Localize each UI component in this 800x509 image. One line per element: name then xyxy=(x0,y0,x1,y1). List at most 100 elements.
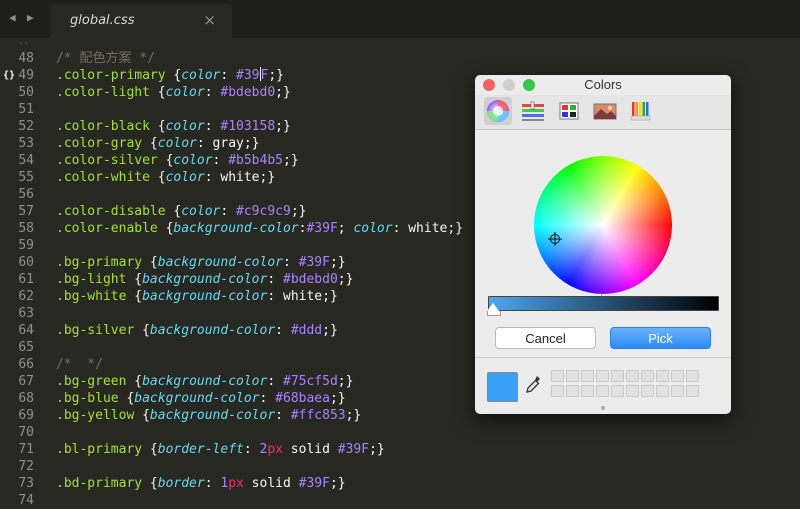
swatch-cell[interactable] xyxy=(551,370,564,382)
code-token: { xyxy=(149,476,158,491)
line-number: 62 xyxy=(18,289,34,304)
swatch-cell[interactable] xyxy=(671,385,684,397)
code-line[interactable]: 71 .bl-primary {border-left: 2px solid #3… xyxy=(0,441,800,458)
tab-title: global.css xyxy=(70,13,135,28)
tab-global-css[interactable]: global.css × xyxy=(50,4,232,38)
code-text: .color-gray {color: gray;} xyxy=(56,135,260,152)
code-token: solid xyxy=(243,476,299,491)
code-token: background-color xyxy=(142,272,268,287)
line-number: 63 xyxy=(18,306,34,321)
minimize-window-button[interactable] xyxy=(503,79,515,91)
code-line[interactable]: 48 /* 配色方案 */ xyxy=(0,50,800,67)
code-token: { xyxy=(149,255,158,270)
code-token: .color-black xyxy=(56,119,158,134)
code-token: : xyxy=(220,68,237,83)
line-number: 74 xyxy=(18,493,34,508)
line-number: 55 xyxy=(18,170,34,185)
crosshair-icon[interactable] xyxy=(548,232,562,246)
code-token: background-color xyxy=(142,374,268,389)
slider-thumb-base xyxy=(487,311,501,316)
slider-thumb[interactable] xyxy=(487,303,499,311)
code-token: : xyxy=(259,391,276,406)
swatch-cell[interactable] xyxy=(656,370,669,382)
swatch-cell[interactable] xyxy=(611,385,624,397)
swatch-cell[interactable] xyxy=(671,370,684,382)
code-token: { xyxy=(149,136,158,151)
code-token: : xyxy=(267,374,283,389)
code-token: : gray;} xyxy=(196,136,260,151)
eyedropper-icon[interactable] xyxy=(525,375,541,395)
swatch-cell[interactable] xyxy=(686,370,699,382)
resize-handle[interactable] xyxy=(601,406,605,410)
swatch-cell[interactable] xyxy=(626,370,639,382)
line-number: 66 xyxy=(18,357,34,372)
code-token: { xyxy=(134,272,143,287)
color-sliders-icon[interactable] xyxy=(519,97,547,125)
code-token: color xyxy=(353,221,393,236)
swatch-cell[interactable] xyxy=(626,385,639,397)
code-token: #103158 xyxy=(220,119,276,134)
code-token: #bdebd0 xyxy=(220,85,276,100)
swatch-cell[interactable] xyxy=(581,370,594,382)
swatch-cell[interactable] xyxy=(641,370,654,382)
pick-button[interactable]: Pick xyxy=(610,327,711,349)
zoom-window-button[interactable] xyxy=(523,79,535,91)
code-line[interactable]: 73 .bd-primary {border: 1px solid #39F;} xyxy=(0,475,800,492)
code-text: /* */ xyxy=(56,356,103,373)
code-token: { xyxy=(142,323,150,338)
code-line[interactable]: 72 xyxy=(0,458,800,475)
swatch-cell[interactable] xyxy=(596,370,609,382)
swatch-cell[interactable] xyxy=(686,385,699,397)
line-number: 56 xyxy=(18,187,34,202)
code-token: ;} xyxy=(275,85,291,100)
line-number: 71 xyxy=(18,442,34,457)
line-number: 61 xyxy=(18,272,34,287)
code-line[interactable]: 70 xyxy=(0,424,800,441)
code-text: .bg-yellow {background-color: #ffc853;} xyxy=(56,407,361,424)
code-token: color xyxy=(173,153,213,168)
color-wheel[interactable] xyxy=(534,156,672,294)
swatch-cell[interactable] xyxy=(581,385,594,397)
triangle-left-icon[interactable]: ◀ xyxy=(9,11,16,24)
swatch-cell[interactable] xyxy=(596,385,609,397)
code-line[interactable]: 74 xyxy=(0,492,800,509)
swatch-cell[interactable] xyxy=(566,385,579,397)
code-token: color xyxy=(157,136,197,151)
code-text: .color-primary {color: #39F;} xyxy=(56,67,284,84)
code-token: { xyxy=(157,170,166,185)
line-number: 68 xyxy=(18,391,34,406)
code-text: .bg-primary {background-color: #39F;} xyxy=(56,254,346,271)
swatch-cell[interactable] xyxy=(641,385,654,397)
code-token: background-color xyxy=(149,408,276,423)
code-token: .color-disable xyxy=(56,204,174,219)
close-window-button[interactable] xyxy=(483,79,495,91)
triangle-right-icon[interactable]: ▶ xyxy=(27,11,34,24)
code-token: .color-primary xyxy=(56,68,174,83)
code-token: ;} xyxy=(329,476,346,491)
code-token: #bdebd0 xyxy=(283,272,338,287)
swatch-cell[interactable] xyxy=(611,370,624,382)
code-token: #39F xyxy=(298,476,330,491)
code-token: /* */ xyxy=(56,357,103,372)
swatch-cell[interactable] xyxy=(551,385,564,397)
swatch-cell[interactable] xyxy=(566,370,579,382)
color-palettes-icon[interactable] xyxy=(555,97,583,125)
color-wheel-icon[interactable] xyxy=(484,97,512,125)
code-token: ;} xyxy=(290,204,307,219)
code-token: .color-light xyxy=(56,85,158,100)
line-number: 72 xyxy=(18,459,34,474)
swatch-cell[interactable] xyxy=(656,385,669,397)
crayons-icon[interactable] xyxy=(627,97,655,125)
code-text: .color-enable {background-color:#39F; co… xyxy=(56,220,463,237)
brightness-slider[interactable] xyxy=(488,296,719,311)
cancel-button[interactable]: Cancel xyxy=(495,327,596,349)
line-number: 69 xyxy=(18,408,34,423)
code-token: color xyxy=(165,119,205,134)
close-icon[interactable]: × xyxy=(203,11,216,29)
line-number: 52 xyxy=(18,119,34,134)
current-color-swatch[interactable] xyxy=(487,372,518,402)
line-number: 73 xyxy=(18,476,34,491)
code-token: #39F xyxy=(306,221,338,236)
code-token: : xyxy=(267,272,283,287)
image-palettes-icon[interactable] xyxy=(591,97,619,125)
